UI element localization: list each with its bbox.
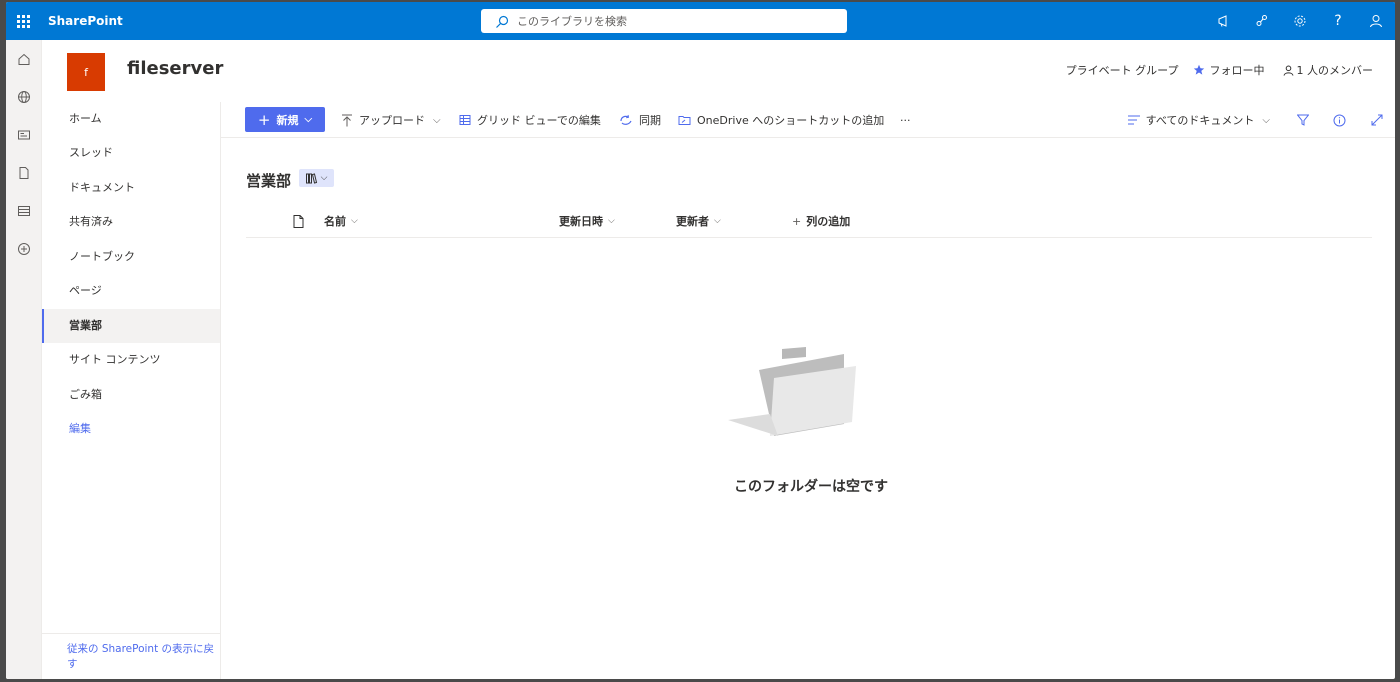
- nav-item-notebook[interactable]: ノートブック: [42, 240, 220, 274]
- upload-icon: [341, 114, 353, 127]
- modified-column-label: 更新日時: [559, 215, 603, 228]
- chevron-down-icon: ⌵: [714, 216, 721, 226]
- sync-label: 同期: [639, 114, 661, 127]
- star-icon: [1193, 64, 1205, 76]
- new-button[interactable]: + 新規 ⌵: [245, 107, 325, 132]
- site-logo[interactable]: f: [67, 53, 105, 91]
- library-view-button[interactable]: ⌵: [299, 169, 334, 187]
- chevron-down-icon: ⌵: [304, 114, 313, 125]
- members-button[interactable]: 1 人のメンバー: [1283, 62, 1374, 78]
- follow-button[interactable]: フォロー中: [1193, 62, 1265, 78]
- name-column-header[interactable]: 名前 ⌵: [324, 204, 358, 238]
- gear-icon[interactable]: [1281, 2, 1319, 40]
- modified-by-column-header[interactable]: 更新者 ⌵: [676, 204, 721, 238]
- grid-icon: [459, 114, 471, 126]
- add-circle-icon[interactable]: [6, 230, 42, 268]
- app-name[interactable]: SharePoint: [48, 2, 123, 40]
- nav-item-shared[interactable]: 共有済み: [42, 205, 220, 239]
- name-column-label: 名前: [324, 215, 346, 228]
- shortcut-icon: [678, 114, 691, 126]
- follow-label: フォロー中: [1209, 64, 1265, 77]
- add-column-label: 列の追加: [806, 215, 851, 228]
- search-icon: [495, 14, 509, 28]
- chevron-down-icon: ⌵: [433, 114, 441, 126]
- view-label: すべてのドキュメント: [1145, 114, 1255, 127]
- view-list-icon: [1127, 115, 1140, 125]
- more-icon: ···: [900, 113, 911, 127]
- modified-column-header[interactable]: 更新日時 ⌵: [559, 204, 615, 238]
- file-type-column[interactable]: [293, 204, 304, 238]
- app-launcher-icon[interactable]: [6, 2, 40, 40]
- megaphone-icon[interactable]: [1205, 2, 1243, 40]
- sync-button[interactable]: 同期: [619, 102, 661, 138]
- library-icon: [305, 172, 318, 184]
- nav-item-recycle-bin[interactable]: ごみ箱: [42, 378, 220, 412]
- chevron-down-icon: ⌵: [351, 216, 358, 226]
- members-label: 1 人のメンバー: [1296, 64, 1374, 77]
- new-label: 新規: [276, 113, 299, 127]
- empty-folder-illustration: [726, 344, 866, 439]
- nav-item-threads[interactable]: スレッド: [42, 136, 220, 170]
- nav-item-pages[interactable]: ページ: [42, 274, 220, 308]
- plus-icon: +: [792, 214, 802, 228]
- chevron-down-icon: ⌵: [608, 216, 615, 226]
- screen-frame: SharePoint ?: [0, 0, 1400, 682]
- more-button[interactable]: ···: [900, 102, 911, 138]
- grid-edit-label: グリッド ビューでの編集: [477, 114, 601, 127]
- chevron-down-icon: ⌵: [320, 173, 328, 183]
- modified-by-column-label: 更新者: [676, 215, 709, 228]
- file-icon[interactable]: [6, 154, 42, 192]
- suite-bar: SharePoint ?: [6, 2, 1395, 40]
- browser-window: SharePoint ?: [6, 2, 1395, 679]
- sync-icon: [619, 114, 633, 126]
- empty-folder-message: このフォルダーは空です: [734, 479, 888, 495]
- privacy-label: プライベート グループ: [1065, 64, 1179, 77]
- onedrive-shortcut-button[interactable]: OneDrive へのショートカットの追加: [678, 102, 884, 138]
- share-network-icon[interactable]: [1243, 2, 1281, 40]
- nav-item-site-contents[interactable]: サイト コンテンツ: [42, 343, 220, 377]
- globe-icon[interactable]: [6, 78, 42, 116]
- nav-edit-link[interactable]: 編集: [42, 412, 220, 446]
- help-icon[interactable]: ?: [1319, 2, 1357, 40]
- chevron-down-icon: ⌵: [1262, 114, 1270, 126]
- home-icon[interactable]: [6, 40, 42, 78]
- column-header-row: 名前 ⌵ 更新日時 ⌵ 更新者 ⌵ + 列の追加: [246, 204, 1372, 238]
- shortcut-label: OneDrive へのショートカットの追加: [697, 114, 885, 127]
- file-type-icon: [293, 214, 304, 228]
- library-title: 営業部: [246, 172, 292, 190]
- expand-icon[interactable]: [1358, 102, 1395, 138]
- info-icon[interactable]: [1321, 102, 1358, 138]
- add-column-button[interactable]: + 列の追加: [792, 204, 850, 238]
- nav-item-documents[interactable]: ドキュメント: [42, 171, 220, 205]
- person-icon: [1283, 65, 1294, 76]
- list-icon[interactable]: [6, 192, 42, 230]
- filter-icon[interactable]: [1284, 102, 1321, 138]
- grid-edit-button[interactable]: グリッド ビューでの編集: [459, 102, 601, 138]
- app-bar: [6, 40, 42, 679]
- plus-icon: +: [257, 110, 271, 129]
- search-box[interactable]: [481, 9, 847, 33]
- site-title[interactable]: fileserver: [127, 58, 223, 79]
- search-input[interactable]: [517, 14, 817, 28]
- site-header: f fileserver プライベート グループ フォロー中 1 人のメンバー: [42, 40, 1395, 102]
- news-icon[interactable]: [6, 116, 42, 154]
- nav-item-home[interactable]: ホーム: [42, 102, 220, 136]
- classic-view-link[interactable]: 従来の SharePoint の表示に戻す: [42, 633, 220, 679]
- upload-label: アップロード: [359, 114, 425, 127]
- nav-item-sales[interactable]: 営業部: [42, 309, 220, 343]
- view-selector[interactable]: すべてのドキュメント ⌵: [1127, 112, 1270, 128]
- left-navigation: ホーム スレッド ドキュメント 共有済み ノートブック ページ 営業部 サイト …: [42, 102, 221, 679]
- account-icon[interactable]: [1357, 2, 1395, 40]
- command-bar: + 新規 ⌵ アップロード ⌵ グリッド ビューでの編集 同期 OneDrive…: [221, 102, 1395, 138]
- upload-button[interactable]: アップロード ⌵: [341, 102, 441, 138]
